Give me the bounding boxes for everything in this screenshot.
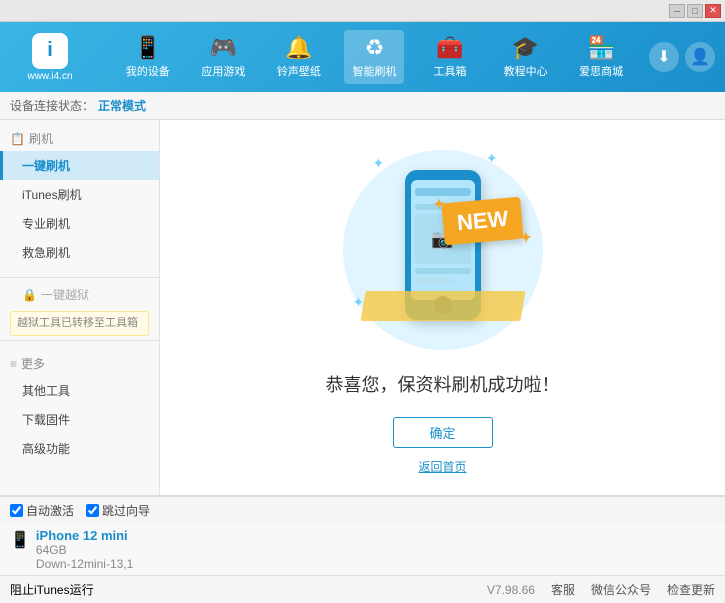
nav-smart-flash-label: 智能刷机	[352, 63, 396, 79]
footer-checkbox-row: 自动激活 跳过向导	[0, 496, 725, 524]
nav-apps-games[interactable]: 🎮 应用游戏	[193, 30, 253, 84]
bottom-bar: 阻止iTunes运行 V7.98.66 客服 微信公众号 检查更新	[0, 575, 725, 603]
main-layout: 📋 刷机 一键刷机 iTunes刷机 专业刷机 救急刷机 🔒 一键越狱 越狱工具…	[0, 120, 725, 495]
more-group-label: 更多	[21, 355, 45, 372]
sparkle-1: ✦	[373, 155, 385, 172]
nav-toolbox[interactable]: 🧰 工具箱	[420, 30, 480, 84]
sidebar-item-advanced[interactable]: 高级功能	[0, 434, 159, 463]
nav-items: 📱 我的设备 🎮 应用游戏 🔔 铃声壁纸 ♻ 智能刷机 🧰 工具箱 🎓 教程中心…	[110, 30, 639, 84]
sidebar: 📋 刷机 一键刷机 iTunes刷机 专业刷机 救急刷机 🔒 一键越狱 越狱工具…	[0, 120, 160, 495]
nav-ringtones-label: 铃声壁纸	[277, 63, 321, 79]
illus-new-badge: NEW	[441, 197, 524, 246]
apps-games-icon: 🎮	[210, 35, 237, 61]
status-bar: 设备连接状态： 正常模式	[0, 92, 725, 120]
nav-my-device-label: 我的设备	[126, 63, 170, 79]
download-button[interactable]: ⬇	[649, 42, 679, 72]
download-firmware-label: 下载固件	[22, 413, 70, 427]
divider-2	[0, 340, 159, 341]
back-link[interactable]: 返回首页	[418, 458, 466, 475]
nav-shop[interactable]: 🏪 爱思商城	[571, 30, 631, 84]
smart-flash-icon: ♻	[365, 35, 385, 61]
locked-label: 一键越狱	[41, 286, 89, 303]
title-bar: ─ □ ✕	[0, 0, 725, 22]
my-device-icon: 📱	[134, 35, 161, 61]
shop-icon: 🏪	[587, 35, 614, 61]
flash-section: 📋 刷机 一键刷机 iTunes刷机 专业刷机 救急刷机	[0, 120, 159, 273]
nav-tutorials-label: 教程中心	[504, 63, 548, 79]
device-name: iPhone 12 mini	[36, 528, 133, 543]
status-value: 正常模式	[98, 97, 146, 114]
nav-toolbox-label: 工具箱	[434, 63, 467, 79]
maximize-button[interactable]: □	[687, 4, 703, 18]
device-storage: 64GB	[36, 543, 133, 557]
sidebar-item-one-click-flash[interactable]: 一键刷机	[0, 151, 159, 180]
nav-tutorials[interactable]: 🎓 教程中心	[496, 30, 556, 84]
divider-1	[0, 277, 159, 278]
sidebar-item-other-tools[interactable]: 其他工具	[0, 376, 159, 405]
flash-group-icon: 📋	[10, 132, 25, 146]
bottom-right: V7.98.66 客服 微信公众号 检查更新	[487, 581, 715, 598]
bottom-status-text: 阻止iTunes运行	[10, 581, 94, 598]
sidebar-item-save-flash[interactable]: 救急刷机	[0, 238, 159, 267]
guide-checkbox[interactable]: 跳过向导	[86, 502, 150, 519]
device-row: 📱 iPhone 12 mini 64GB Down-12mini-13,1	[0, 524, 725, 575]
auto-start-label: 自动激活	[26, 502, 74, 519]
device-phone-icon: 📱	[10, 530, 30, 550]
logo-url: www.i4.cn	[27, 71, 72, 82]
logo-area[interactable]: i www.i4.cn	[10, 33, 90, 82]
jailbreak-note: 越狱工具已转移至工具箱	[10, 311, 149, 336]
locked-jailbreak: 🔒 一键越狱	[0, 282, 159, 307]
wechat-link[interactable]: 微信公众号	[591, 581, 651, 598]
nav-my-device[interactable]: 📱 我的设备	[118, 30, 178, 84]
nav-smart-flash[interactable]: ♻ 智能刷机	[344, 30, 404, 84]
success-text: 恭喜您，保资料刷机成功啦！	[326, 371, 560, 397]
guide-label: 跳过向导	[102, 502, 150, 519]
sparkle-2: ✦	[486, 150, 498, 167]
one-click-flash-label: 一键刷机	[22, 159, 70, 173]
more-section: ≡ 更多 其他工具 下载固件 高级功能	[0, 345, 159, 469]
jailbreak-note-text: 越狱工具已转移至工具箱	[17, 317, 138, 329]
nav-shop-label: 爱思商城	[579, 63, 623, 79]
save-flash-label: 救急刷机	[22, 246, 70, 260]
close-button[interactable]: ✕	[705, 4, 721, 18]
sidebar-item-download-firmware[interactable]: 下载固件	[0, 405, 159, 434]
device-footer: 自动激活 跳过向导 📱 iPhone 12 mini 64GB Down-12m…	[0, 495, 725, 575]
status-label: 设备连接状态：	[10, 97, 94, 114]
header: i www.i4.cn 📱 我的设备 🎮 应用游戏 🔔 铃声壁纸 ♻ 智能刷机 …	[0, 22, 725, 92]
guide-input[interactable]	[86, 504, 99, 517]
user-button[interactable]: 👤	[685, 42, 715, 72]
nav-ringtones[interactable]: 🔔 铃声壁纸	[269, 30, 329, 84]
other-tools-label: 其他工具	[22, 384, 70, 398]
sidebar-item-pro-flash[interactable]: 专业刷机	[0, 209, 159, 238]
auto-start-input[interactable]	[10, 504, 23, 517]
advanced-label: 高级功能	[22, 442, 70, 456]
ribbon	[360, 291, 525, 321]
more-group-header: ≡ 更多	[0, 351, 159, 376]
ringtones-icon: 🔔	[285, 35, 312, 61]
sidebar-item-itunes-flash[interactable]: iTunes刷机	[0, 180, 159, 209]
customer-service-link[interactable]: 客服	[551, 581, 575, 598]
logo-icon: i	[32, 33, 68, 69]
check-update-link[interactable]: 检查更新	[667, 581, 715, 598]
illustration: ✦ ✦ ✦ 📷 NEW	[333, 140, 553, 351]
tutorials-icon: 🎓	[512, 35, 539, 61]
auto-start-checkbox[interactable]: 自动激活	[10, 502, 74, 519]
device-details: iPhone 12 mini 64GB Down-12mini-13,1	[36, 528, 133, 571]
confirm-button[interactable]: 确定	[393, 417, 493, 448]
flash-group-label: 刷机	[29, 130, 53, 147]
lock-icon: 🔒	[22, 288, 37, 302]
content-area: ✦ ✦ ✦ 📷 NEW 恭喜您，保资料刷机成功啦！ 确定	[160, 120, 725, 495]
toolbox-icon: 🧰	[436, 35, 463, 61]
flash-group-header[interactable]: 📋 刷机	[0, 126, 159, 151]
itunes-flash-label: iTunes刷机	[22, 188, 82, 202]
device-firmware: Down-12mini-13,1	[36, 557, 133, 571]
version-text: V7.98.66	[487, 583, 535, 597]
pro-flash-label: 专业刷机	[22, 217, 70, 231]
nav-apps-games-label: 应用游戏	[201, 63, 245, 79]
nav-right: ⬇ 👤	[649, 42, 715, 72]
minimize-button[interactable]: ─	[669, 4, 685, 18]
